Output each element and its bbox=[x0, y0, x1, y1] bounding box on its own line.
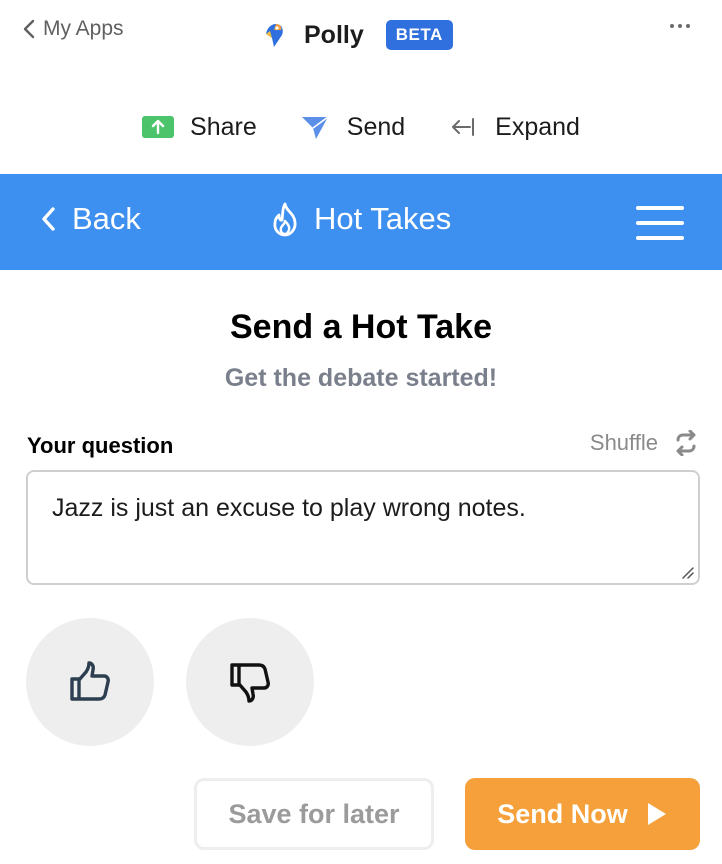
share-button[interactable]: Share bbox=[142, 113, 257, 142]
app-header: Back Hot Takes bbox=[0, 174, 722, 270]
question-label: Your question bbox=[27, 433, 174, 458]
actions-row: Share Send Expand bbox=[0, 104, 722, 150]
chevron-left-icon bbox=[42, 207, 55, 231]
page-subtitle: Get the debate started! bbox=[224, 364, 498, 392]
resize-grip-icon[interactable] bbox=[680, 565, 694, 579]
back-label: Back bbox=[72, 201, 141, 236]
more-icon[interactable] bbox=[670, 24, 690, 28]
question-input[interactable]: Jazz is just an excuse to play wrong not… bbox=[26, 470, 700, 585]
send-button[interactable]: Send bbox=[299, 113, 405, 142]
header-title-label: Hot Takes bbox=[314, 201, 452, 236]
send-now-button[interactable]: Send Now bbox=[465, 778, 700, 850]
menu-icon[interactable] bbox=[636, 206, 684, 240]
share-label: Share bbox=[190, 112, 257, 141]
thumbs-down-button[interactable] bbox=[186, 618, 314, 746]
page-title: Send a Hot Take bbox=[230, 308, 492, 346]
my-apps-back-link[interactable]: My Apps bbox=[22, 17, 124, 41]
shuffle-icon bbox=[676, 430, 696, 456]
thumbs-up-button[interactable] bbox=[26, 618, 154, 746]
save-for-later-button[interactable]: Save for later bbox=[194, 778, 434, 850]
my-apps-label: My Apps bbox=[43, 17, 124, 40]
send-label: Send bbox=[346, 112, 406, 141]
expand-label: Expand bbox=[495, 112, 580, 141]
polly-logo bbox=[266, 24, 283, 47]
expand-button[interactable]: Expand bbox=[447, 113, 580, 142]
chevron-left-icon bbox=[23, 19, 35, 39]
shuffle-button[interactable]: Shuffle bbox=[590, 430, 700, 456]
header-title: Hot Takes bbox=[268, 201, 451, 237]
app-name: Polly bbox=[304, 20, 364, 49]
shuffle-label: Shuffle bbox=[589, 430, 658, 455]
send-now-label: Send Now bbox=[497, 798, 628, 829]
back-button[interactable]: Back bbox=[40, 201, 141, 237]
beta-badge: BETA bbox=[385, 20, 453, 50]
flame-icon bbox=[273, 202, 297, 237]
top-bar: My Apps Polly BETA bbox=[0, 0, 722, 66]
save-for-later-label: Save for later bbox=[228, 798, 400, 829]
thumbs-up-icon bbox=[70, 661, 110, 701]
play-icon bbox=[647, 803, 666, 825]
thumbs-down-icon bbox=[230, 663, 270, 703]
share-icon bbox=[142, 114, 175, 140]
app-brand: Polly BETA bbox=[262, 17, 453, 53]
question-text: Jazz is just an excuse to play wrong not… bbox=[52, 494, 526, 522]
expand-icon bbox=[447, 114, 479, 140]
send-icon bbox=[299, 114, 331, 140]
